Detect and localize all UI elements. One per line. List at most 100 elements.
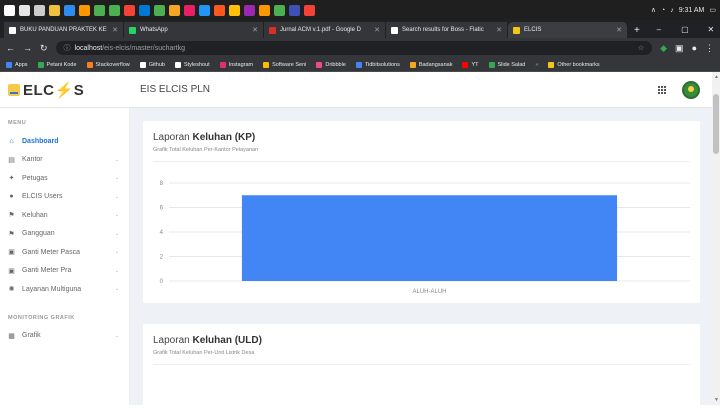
sidebar-item-label: Kantor <box>22 156 43 164</box>
tab-close-icon[interactable]: ✕ <box>496 26 502 34</box>
bookmark-item[interactable]: Slide Salad <box>488 61 525 68</box>
taskbar-app-icon[interactable] <box>184 4 195 16</box>
sidebar-item-layanan-multiguna[interactable]: ✺ Layanan Multiguna ⌄ <box>0 280 129 299</box>
chevron-down-icon: ⌄ <box>114 193 119 200</box>
taskbar-app-icon[interactable] <box>304 4 315 16</box>
url-bar[interactable]: ⓘ localhost/eis-elcis/master/suchartkg ☆ <box>55 41 653 55</box>
taskbar-app-icon[interactable] <box>64 4 75 16</box>
info-icon[interactable]: ⓘ <box>64 43 71 53</box>
tab-favicon-icon <box>9 26 16 34</box>
apps-grid-icon[interactable] <box>658 85 666 94</box>
sidebar-item-petugas[interactable]: ✦ Petugas ⌄ <box>0 169 129 188</box>
close-window-icon[interactable]: ✕ <box>698 25 720 34</box>
browser-tab[interactable]: BUKU PANDUAN PRAKTEK KE ✕ <box>4 22 124 38</box>
restore-icon[interactable]: ▢ <box>672 25 698 34</box>
page-scrollbar[interactable]: ▲ ▼ <box>712 72 720 405</box>
avatar[interactable] <box>682 80 700 99</box>
back-arrow-icon[interactable]: ← <box>6 43 15 53</box>
taskbar-app-icon[interactable] <box>49 4 60 16</box>
minimize-icon[interactable]: – <box>646 25 672 34</box>
bookmark-list: Apps Petani Kode Stackoverflow Github Styles… <box>6 61 525 68</box>
bookmark-favicon-icon <box>462 61 469 68</box>
nav-icon: ▣ <box>8 249 15 257</box>
bookmark-item[interactable]: Petani Kode <box>37 61 77 68</box>
tab-close-icon[interactable]: ✕ <box>112 26 118 34</box>
bar-aluh-aluh[interactable] <box>241 195 618 281</box>
bookmark-favicon-icon <box>488 61 495 68</box>
taskbar-app-icon[interactable] <box>289 4 300 16</box>
chevron-down-icon: ⌄ <box>114 230 119 237</box>
sidebar-item-grafik[interactable]: ▦ Grafik ⌄ <box>0 327 129 346</box>
sidebar-item-gangguan[interactable]: ⚑ Gangguan ⌄ <box>0 225 129 244</box>
sidebar-item-keluhan[interactable]: ⚑ Keluhan ⌄ <box>0 206 129 225</box>
sidebar-item-ganti-meter-pasca[interactable]: ▣ Ganti Meter Pasca ⌄ <box>0 243 129 262</box>
browser-tab[interactable]: ELCIS ✕ <box>508 22 628 38</box>
taskbar-app-icon[interactable] <box>139 4 150 16</box>
app-logo[interactable]: ELC⚡S <box>0 72 130 108</box>
scroll-up-icon[interactable]: ▲ <box>714 74 719 80</box>
bookmark-item[interactable]: Styleshout <box>174 61 210 68</box>
taskbar-app-icon[interactable] <box>229 4 240 16</box>
bookmark-favicon-icon <box>409 61 416 68</box>
taskbar-app-icon[interactable] <box>34 4 45 16</box>
sidebar-item-dashboard[interactable]: ⌂ Dashboard <box>0 132 129 151</box>
taskbar-app-icon[interactable] <box>199 4 210 16</box>
new-tab-plus-icon[interactable]: + <box>628 22 646 38</box>
sidebar-item-elcis-users[interactable]: ● ELCIS Users ⌄ <box>0 188 129 207</box>
sidebar-item-kantor[interactable]: ▤ Kantor ⌄ <box>0 151 129 170</box>
browser-tab[interactable]: Search results for Boss - Flatic ✕ <box>386 22 508 38</box>
tab-label: ELCIS <box>524 27 542 33</box>
bookmark-item[interactable]: YT <box>462 61 479 68</box>
notification-icon[interactable]: ▭ <box>709 6 716 14</box>
bookmarks-overflow-icon[interactable]: » <box>535 62 538 68</box>
bookmark-item[interactable]: Tidbitsolutions <box>355 61 400 68</box>
extension-icon[interactable]: ◆ <box>660 43 667 54</box>
bookmark-item[interactable]: Badangsanak <box>409 61 452 68</box>
bookmark-item[interactable]: Stackoverflow <box>86 61 130 68</box>
taskbar-app-icon[interactable] <box>94 4 105 16</box>
bookmark-item[interactable]: Instagram <box>219 61 253 68</box>
taskbar-app-icon[interactable] <box>259 4 270 16</box>
taskbar-app-icon[interactable] <box>169 4 180 16</box>
profile-icon[interactable]: ● <box>692 43 697 53</box>
tab-close-icon[interactable]: ✕ <box>252 26 258 34</box>
chevron-down-icon: ⌄ <box>114 156 119 163</box>
reload-icon[interactable]: ↻ <box>40 43 48 54</box>
bookmark-item[interactable]: Software Seni <box>263 61 306 68</box>
extension-icon-2[interactable]: ▣ <box>675 43 684 54</box>
clock[interactable]: 9:31 AM <box>679 7 705 14</box>
taskbar-app-icon[interactable] <box>274 4 285 16</box>
tab-close-icon[interactable]: ✕ <box>374 26 380 34</box>
sidebar-monitoring-title: MONITORING GRAFIK <box>8 314 75 321</box>
taskbar-app-icon[interactable] <box>154 4 165 16</box>
scroll-down-icon[interactable]: ▼ <box>714 397 719 403</box>
bookmark-item[interactable]: Apps <box>6 61 28 68</box>
bookmark-label: Styleshout <box>183 61 210 68</box>
os-taskbar: ∧ ◔ ♪ 9:31 AM ▭ <box>0 0 720 20</box>
tab-favicon-icon <box>513 26 520 34</box>
tab-label: Jurnal ACM v.1.pdf - Google D <box>280 27 361 33</box>
bookmark-item[interactable]: Github <box>139 61 165 68</box>
sidebar-item-ganti-meter-pra[interactable]: ▣ Ganti Meter Pra ⌄ <box>0 262 129 281</box>
taskbar-app-icon[interactable] <box>124 4 135 16</box>
card-keluhan-uld: Laporan Keluhan (ULD) Grafik Total Keluh… <box>143 324 700 414</box>
volume-icon[interactable]: ♪ <box>670 7 674 14</box>
taskbar-app-icon[interactable] <box>19 4 30 16</box>
bookmark-other[interactable]: Other bookmarks <box>548 61 600 68</box>
taskbar-app-icon[interactable] <box>4 4 15 16</box>
tab-close-icon[interactable]: ✕ <box>616 26 622 34</box>
browser-tab[interactable]: Jurnal ACM v.1.pdf - Google D ✕ <box>264 22 386 38</box>
taskbar-app-icon[interactable] <box>244 4 255 16</box>
app-header: ELC⚡S EIS ELCIS PLN <box>0 72 712 108</box>
taskbar-app-icon[interactable] <box>79 4 90 16</box>
forward-arrow-icon[interactable]: → <box>23 43 32 53</box>
taskbar-app-icon[interactable] <box>214 4 225 16</box>
scroll-thumb[interactable] <box>713 94 719 154</box>
taskbar-app-icon[interactable] <box>109 4 120 16</box>
menu-kebab-icon[interactable]: ⋮ <box>705 43 714 54</box>
bookmark-item[interactable]: Dribbble <box>316 61 346 68</box>
wifi-icon[interactable]: ◔ <box>661 7 665 14</box>
star-icon[interactable]: ☆ <box>638 44 644 52</box>
chevron-up-icon[interactable]: ∧ <box>651 6 656 14</box>
browser-tab[interactable]: WhatsApp ✕ <box>124 22 264 38</box>
